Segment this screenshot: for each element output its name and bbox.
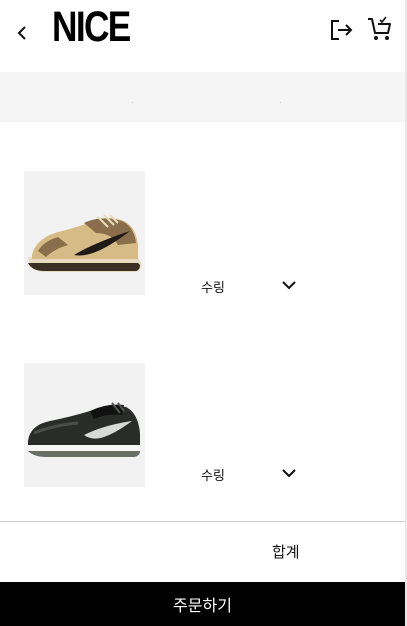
- product-image[interactable]: [24, 171, 145, 295]
- logout-button[interactable]: [329, 17, 355, 43]
- chevron-down-icon: [282, 280, 296, 289]
- banner-dot: [280, 102, 281, 103]
- product-image[interactable]: [24, 363, 145, 487]
- brand-logo[interactable]: NICE: [52, 6, 131, 49]
- header: NICE: [0, 0, 405, 72]
- total-label: 합계: [272, 543, 300, 561]
- quantity-label: 수링: [201, 469, 225, 484]
- quantity-dropdown[interactable]: [279, 277, 299, 293]
- promo-banner: [0, 72, 405, 122]
- chevron-down-icon: [282, 468, 296, 477]
- cart-item: 수링: [0, 130, 405, 330]
- order-button[interactable]: 주문하기: [0, 582, 405, 626]
- cart-item: 수링: [0, 322, 405, 522]
- logout-icon: [331, 20, 353, 40]
- total-row: 합계: [0, 522, 405, 581]
- quantity-label: 수링: [201, 281, 225, 296]
- sneaker-image: [24, 171, 145, 295]
- back-button[interactable]: [12, 22, 32, 44]
- cart-button[interactable]: [366, 15, 394, 43]
- cart-icon: [368, 16, 391, 40]
- quantity-dropdown[interactable]: [279, 465, 299, 481]
- sneaker-image: [24, 363, 145, 487]
- banner-dot: [132, 102, 133, 103]
- chevron-left-icon: [17, 26, 26, 40]
